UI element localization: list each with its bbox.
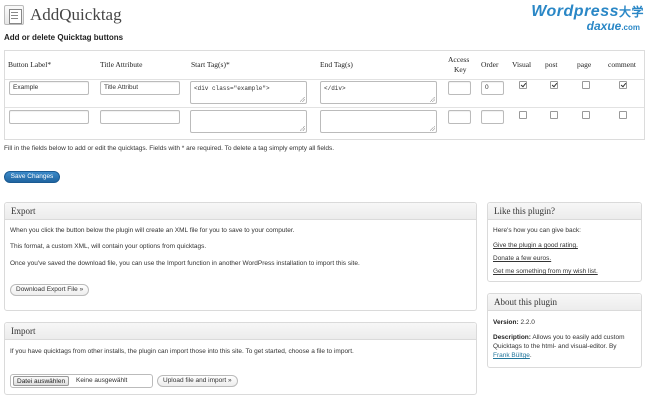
like-plugin-box: Like this plugin? Here's how you can giv…: [487, 202, 642, 282]
export-box: Export When you click the button below t…: [4, 202, 477, 311]
access-key-input[interactable]: [448, 110, 471, 124]
header-post: post: [545, 60, 558, 69]
header-button-label: Button Label*: [8, 60, 52, 69]
like-intro: Here's how you can give back:: [493, 227, 581, 234]
post-checkbox[interactable]: [550, 81, 558, 89]
start-tags-textarea[interactable]: [190, 110, 307, 133]
header-order: Order: [481, 60, 499, 69]
quicktag-table: Button Label* Title Attribute Start Tag(…: [4, 50, 645, 140]
header-visual: Visual: [512, 60, 532, 69]
file-status: Keine ausgewählt: [76, 377, 128, 384]
export-text: When you click the button below the plug…: [10, 227, 295, 234]
order-input[interactable]: [481, 110, 504, 124]
choose-file-button[interactable]: Datei auswählen: [13, 376, 70, 386]
watermark-logo: Wordpress大学 daxue.com: [531, 3, 644, 33]
rating-link[interactable]: Give the plugin a good rating.: [493, 242, 578, 249]
button-label-input[interactable]: [9, 110, 89, 124]
page-header: AddQuicktag: [4, 3, 122, 27]
export-text: This format, a custom XML, will contain …: [10, 243, 207, 250]
help-text: Fill in the fields below to add or edit …: [4, 145, 335, 152]
save-changes-button[interactable]: Save Changes: [4, 171, 60, 183]
row-divider: [5, 107, 644, 108]
upload-import-button[interactable]: Upload file and import »: [157, 375, 238, 387]
table-header: Button Label* Title Attribute Start Tag(…: [8, 55, 636, 74]
file-input[interactable]: Datei auswählen Keine ausgewählt: [10, 374, 153, 388]
header-title-attribute: Title Attribute: [100, 60, 143, 69]
version-info: Version: 2.2.0: [493, 319, 535, 326]
comment-checkbox[interactable]: [619, 111, 627, 119]
donate-link[interactable]: Donate a few euros.: [493, 255, 551, 262]
title-attribute-input[interactable]: Title Attribut: [100, 81, 180, 95]
wishlist-link[interactable]: Get me something from my wish list.: [493, 268, 598, 275]
section-subtitle: Add or delete Quicktag buttons: [4, 33, 124, 42]
about-plugin-box: About this plugin Version: 2.2.0 Descrip…: [487, 293, 642, 368]
start-tags-textarea[interactable]: <div class="example">: [190, 81, 307, 104]
end-tags-textarea[interactable]: </div>: [320, 81, 437, 104]
visual-checkbox[interactable]: [519, 81, 527, 89]
title-attribute-input[interactable]: [100, 110, 180, 124]
row-divider: [5, 79, 644, 80]
document-icon: [4, 5, 24, 25]
header-comment: comment: [608, 60, 636, 69]
order-input[interactable]: 0: [481, 81, 504, 95]
download-export-button[interactable]: Download Export File »: [10, 284, 90, 296]
visual-checkbox[interactable]: [519, 111, 527, 119]
description: Description: Allows you to easily add cu…: [493, 334, 625, 341]
page-title: AddQuicktag: [30, 5, 122, 24]
import-title: Import: [5, 323, 476, 340]
import-text: If you have quicktags from other install…: [10, 348, 354, 355]
header-page: page: [577, 60, 592, 69]
author-link[interactable]: Frank Bültge: [493, 352, 530, 359]
button-label-input[interactable]: Example: [9, 81, 89, 95]
export-text: Once you've saved the download file, you…: [10, 260, 360, 267]
header-end-tags: End Tag(s): [320, 60, 353, 69]
page-checkbox[interactable]: [582, 111, 590, 119]
post-checkbox[interactable]: [550, 111, 558, 119]
comment-checkbox[interactable]: [619, 81, 627, 89]
about-title: About this plugin: [488, 294, 641, 311]
header-access-key: Access: [448, 55, 470, 64]
access-key-input[interactable]: [448, 81, 471, 95]
header-start-tags: Start Tag(s)*: [191, 60, 230, 69]
end-tags-textarea[interactable]: [320, 110, 437, 133]
like-title: Like this plugin?: [488, 203, 641, 220]
page-checkbox[interactable]: [582, 81, 590, 89]
export-title: Export: [5, 203, 476, 220]
